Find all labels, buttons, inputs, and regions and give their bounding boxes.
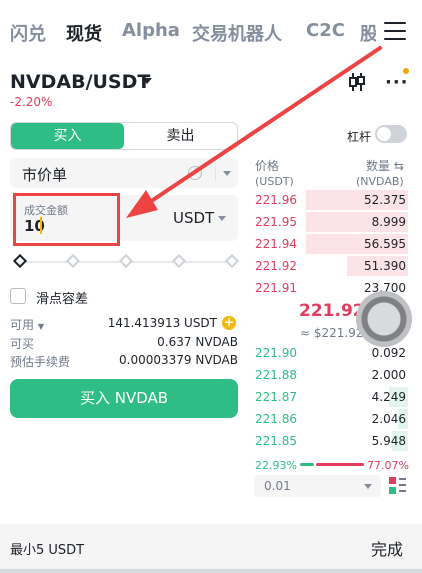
buy-tab[interactable]: 买入 <box>11 123 124 149</box>
tick-size-value: 0.01 <box>264 479 291 493</box>
fee-label: 预估手续费 <box>10 355 71 369</box>
price-header: 价格 <box>255 159 280 173</box>
slider-node-0[interactable] <box>12 253 28 269</box>
order-quantity: 2.000 <box>371 368 406 382</box>
tab-convert[interactable]: 闪兑 <box>10 20 46 46</box>
order-price: 221.96 <box>255 193 297 207</box>
slider-node-100[interactable] <box>224 253 240 269</box>
assistive-touch-button[interactable] <box>356 291 412 347</box>
bid-row[interactable]: 221.86 2.046 <box>248 408 408 430</box>
ask-row[interactable]: 221.94 56.595 <box>248 233 408 255</box>
tab-spot[interactable]: 现货 <box>66 20 102 46</box>
order-quantity: 2.046 <box>371 412 406 426</box>
menu-icon[interactable] <box>384 22 406 42</box>
slider-node-50[interactable] <box>118 253 134 269</box>
order-price: 221.87 <box>255 390 297 404</box>
qty-header[interactable]: 数量 ⇆ <box>366 157 404 174</box>
order-price: 221.88 <box>255 368 297 382</box>
sell-ratio: 77.07% <box>367 459 409 472</box>
order-price: 221.90 <box>255 346 297 360</box>
tab-c2c[interactable]: C2C <box>306 20 345 41</box>
order-price: 221.85 <box>255 434 297 448</box>
buyable-label: 可买 <box>10 337 35 351</box>
side-toggle: 买入 卖出 <box>10 122 238 150</box>
bid-row[interactable]: 221.88 2.000 <box>248 364 408 386</box>
more-icon[interactable]: ··· <box>385 72 409 93</box>
order-type-label: 市价单 <box>22 166 68 184</box>
buy-ratio-bar <box>300 463 314 466</box>
leverage-label: 杠杆 <box>347 130 372 144</box>
order-price: 221.95 <box>255 215 297 229</box>
order-quantity: 56.595 <box>364 237 406 251</box>
slider-node-75[interactable] <box>171 253 187 269</box>
tab-alpha[interactable]: Alpha <box>122 20 180 41</box>
tick-size-select[interactable]: 0.01 <box>254 475 381 497</box>
sell-ratio-bar <box>316 463 364 466</box>
qty-unit: (NVDAB) <box>356 175 404 188</box>
order-quantity: 4.249 <box>371 390 406 404</box>
amount-unit-select[interactable]: USDT <box>173 209 214 227</box>
buyable-value: 0.637 NVDAB <box>157 335 238 349</box>
notification-dot <box>403 68 409 74</box>
book-layout-icon[interactable] <box>389 477 406 494</box>
bid-row[interactable]: 221.85 5.948 <box>248 430 408 452</box>
divider <box>215 165 216 181</box>
add-funds-icon[interactable]: + <box>222 316 236 330</box>
price-unit: (USDT) <box>255 175 294 188</box>
order-quantity: 0.092 <box>371 346 406 360</box>
available-label: 可用 ▼ <box>10 318 44 332</box>
info-icon[interactable]: i <box>188 166 202 180</box>
bid-row[interactable]: 221.87 4.249 <box>248 386 408 408</box>
order-price: 221.91 <box>255 281 297 295</box>
last-price: 221.92 <box>299 301 365 321</box>
sell-tab[interactable]: 卖出 <box>124 123 237 149</box>
last-price-usd: ≈ $221.92 <box>300 326 364 340</box>
chevron-down-icon <box>218 216 226 221</box>
tab-stocks[interactable]: 股 <box>360 20 376 46</box>
fee-value: 0.00003379 NVDAB <box>119 353 238 367</box>
pair-dropdown-icon[interactable] <box>142 78 152 84</box>
order-price: 221.86 <box>255 412 297 426</box>
slippage-checkbox[interactable] <box>10 288 26 304</box>
keyboard-edge <box>0 569 422 573</box>
top-tabs: 闪兑 现货 Alpha 交易机器人 C2C 股 <box>0 0 422 64</box>
order-price: 221.94 <box>255 237 297 251</box>
tab-trading-bots[interactable]: 交易机器人 <box>192 20 282 46</box>
order-quantity: 52.375 <box>364 193 406 207</box>
slider-node-25[interactable] <box>65 253 81 269</box>
order-type-select[interactable]: 市价单 i <box>10 158 238 188</box>
order-quantity: 8.999 <box>371 215 406 229</box>
order-quantity: 5.948 <box>371 434 406 448</box>
done-button[interactable]: 完成 <box>371 536 403 560</box>
keyboard-toolbar: 最小5 USDT 完成 <box>0 524 422 569</box>
available-value: 141.413913 USDT <box>107 316 217 330</box>
pair-symbol[interactable]: NVDAB/USDT <box>10 71 150 93</box>
ask-row[interactable]: 221.92 51.390 <box>248 255 408 277</box>
ask-row[interactable]: 221.95 8.999 <box>248 211 408 233</box>
chevron-down-icon <box>223 171 231 176</box>
leverage-toggle[interactable] <box>375 125 407 143</box>
buy-ratio: 22.93% <box>255 459 297 472</box>
slippage-label: 滑点容差 <box>36 292 89 307</box>
chevron-down-icon <box>364 484 372 489</box>
toggle-knob <box>377 127 391 141</box>
ask-row[interactable]: 221.96 52.375 <box>248 189 408 211</box>
minimum-amount-hint: 最小5 USDT <box>10 543 85 558</box>
highlight-annotation <box>13 193 120 246</box>
order-price: 221.92 <box>255 259 297 273</box>
order-quantity: 51.390 <box>364 259 406 273</box>
price-change: -2.20% <box>10 95 53 109</box>
candlestick-chart-icon[interactable] <box>348 72 366 92</box>
buy-button[interactable]: 买入 NVDAB <box>10 379 238 418</box>
